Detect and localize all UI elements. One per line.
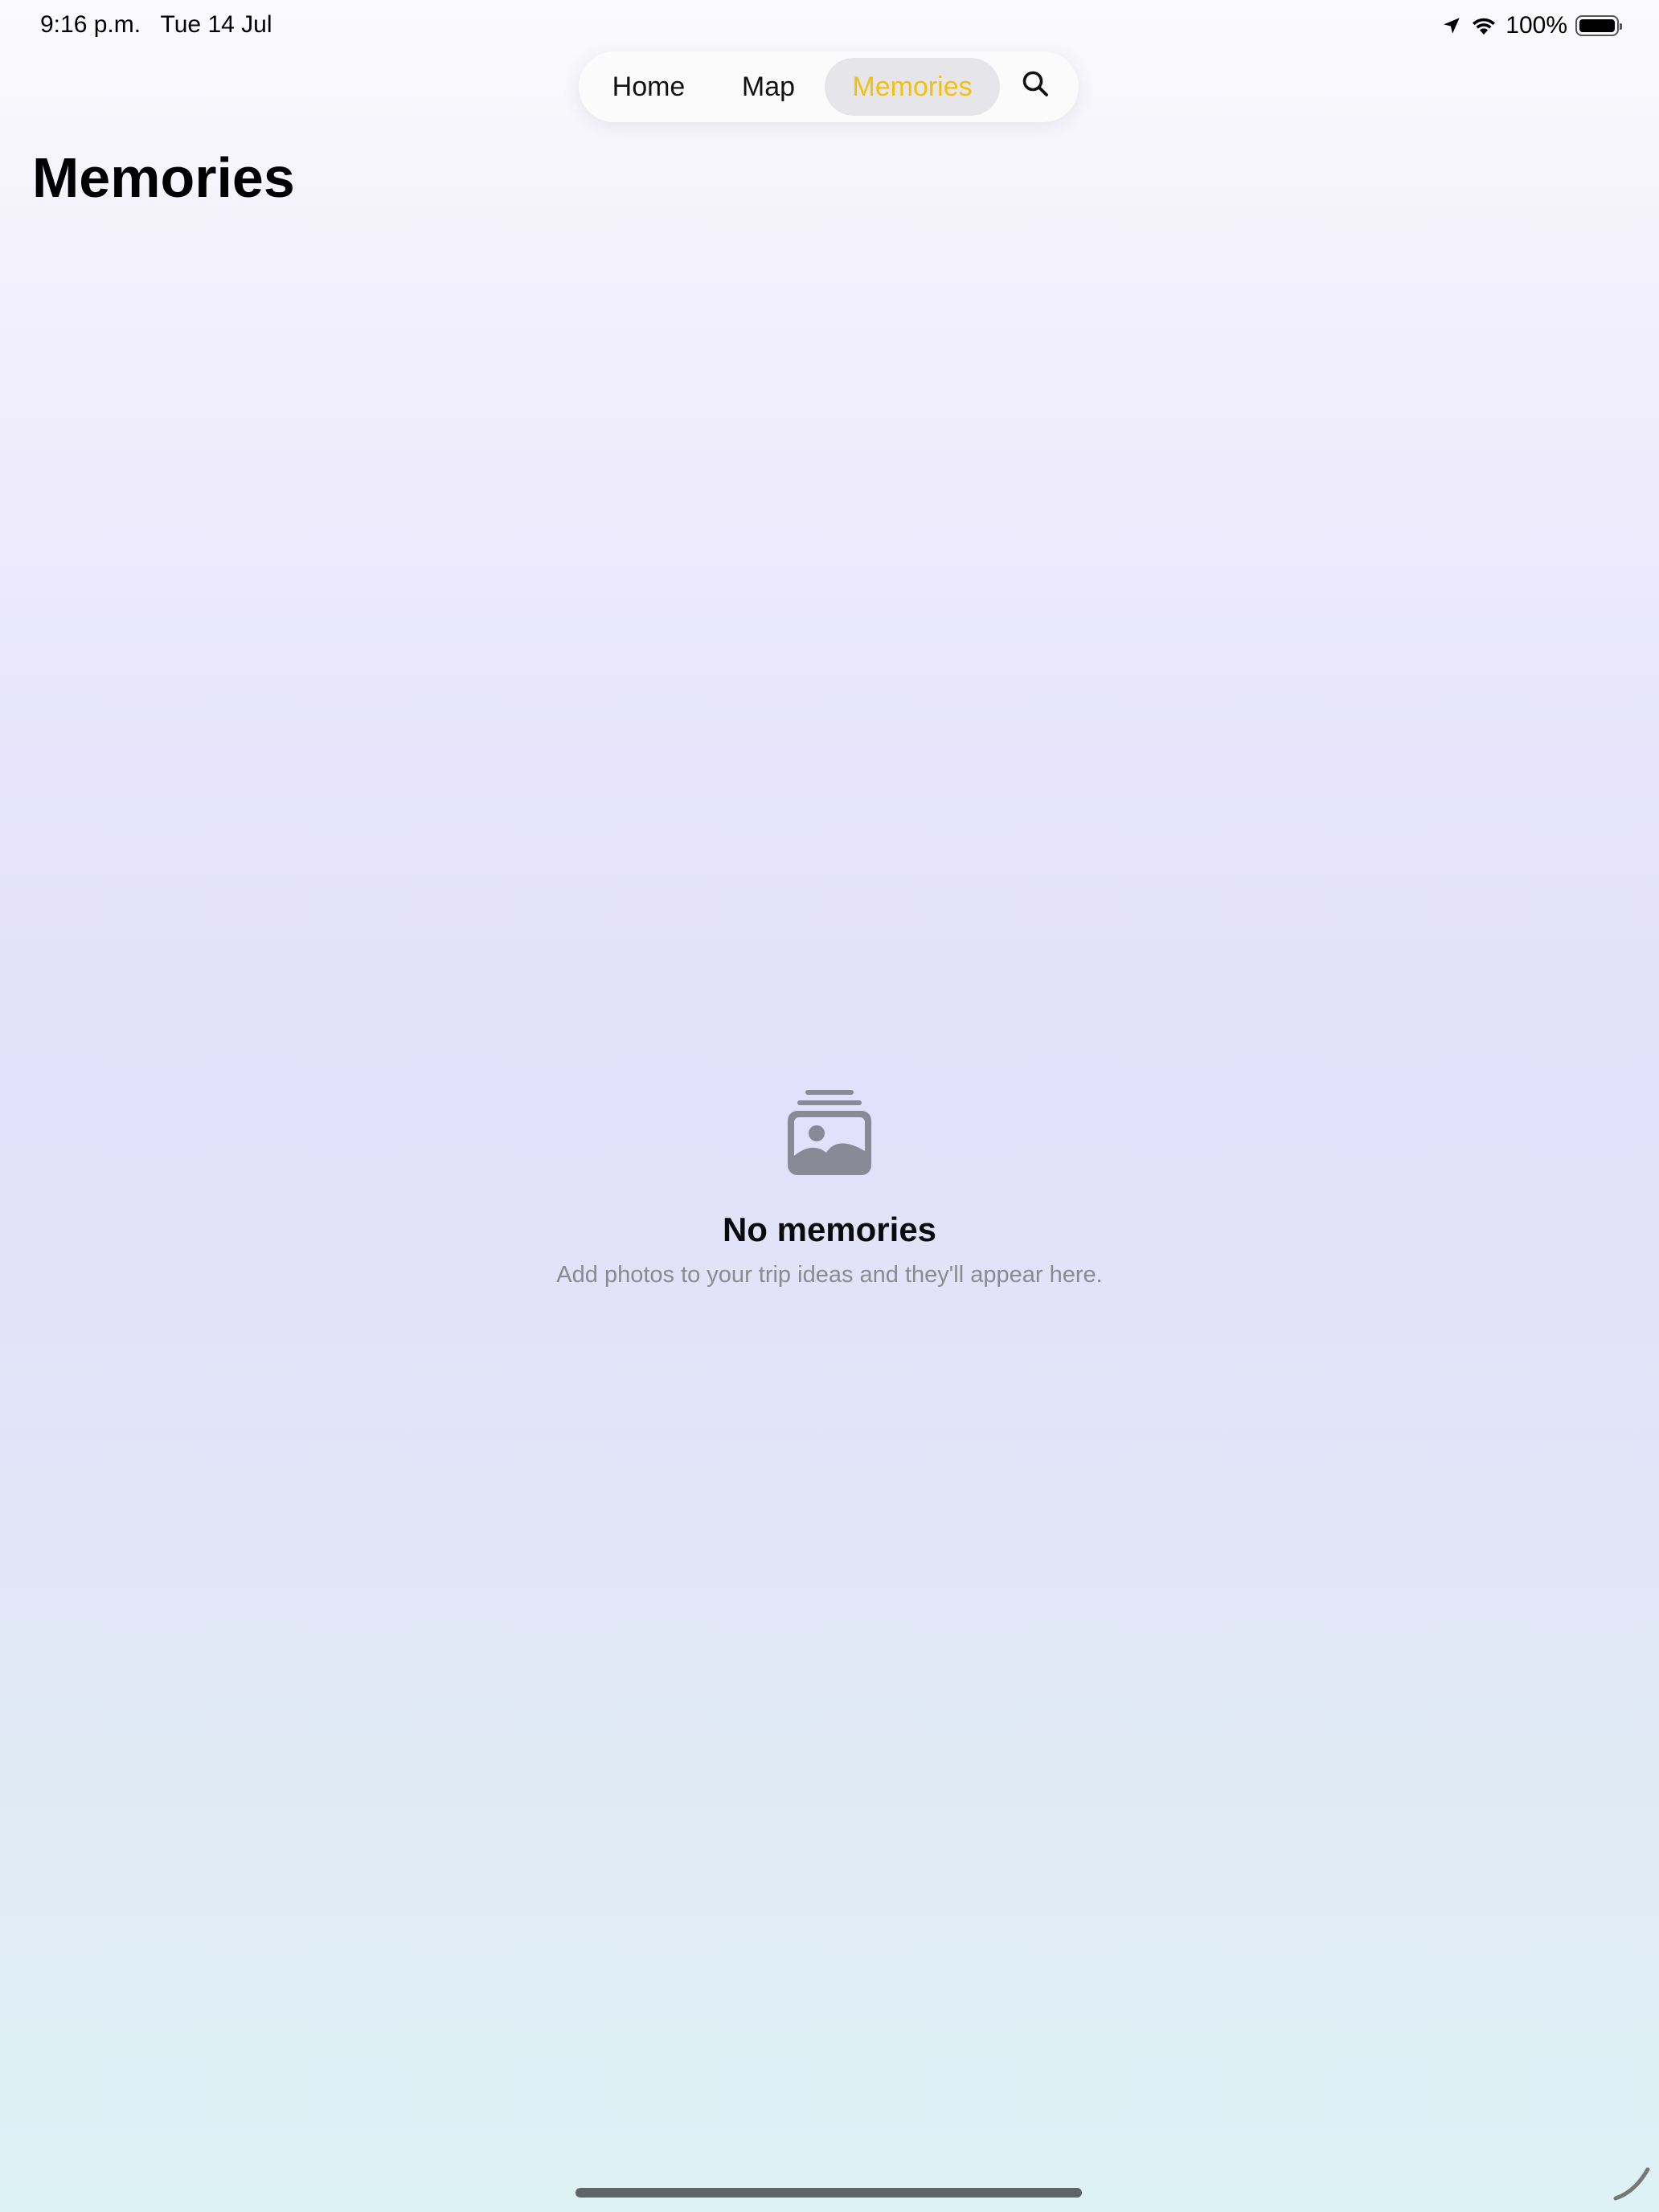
wifi-icon: [1470, 15, 1497, 36]
battery-icon: [1575, 15, 1622, 36]
battery-percent: 100%: [1505, 12, 1567, 39]
search-icon: [1021, 69, 1050, 105]
status-bar: 9:16 p.m. Tue 14 Jul 100%: [0, 0, 1659, 51]
location-arrow-icon: [1441, 15, 1462, 36]
status-indicators: 100%: [1441, 11, 1622, 40]
home-indicator[interactable]: [576, 2188, 1082, 2198]
scribble-handle-icon[interactable]: [1611, 2160, 1654, 2207]
photo-stack-icon: [788, 1088, 871, 1175]
empty-state-subtitle: Add photos to your trip ideas and they'l…: [556, 1262, 1103, 1288]
tab-map[interactable]: Map: [712, 58, 825, 116]
empty-state: No memories Add photos to your trip idea…: [0, 1088, 1659, 1288]
status-time: 9:16 p.m. Tue 14 Jul: [40, 11, 272, 38]
empty-state-title: No memories: [722, 1210, 937, 1248]
battery-level: [1579, 19, 1615, 32]
page-title: Memories: [32, 146, 295, 209]
battery-cap: [1620, 23, 1622, 30]
tab-bar: Home Map Memories: [579, 51, 1079, 122]
tab-home[interactable]: Home: [585, 58, 712, 116]
search-button[interactable]: [1000, 58, 1071, 116]
tab-memories[interactable]: Memories: [825, 58, 1000, 116]
